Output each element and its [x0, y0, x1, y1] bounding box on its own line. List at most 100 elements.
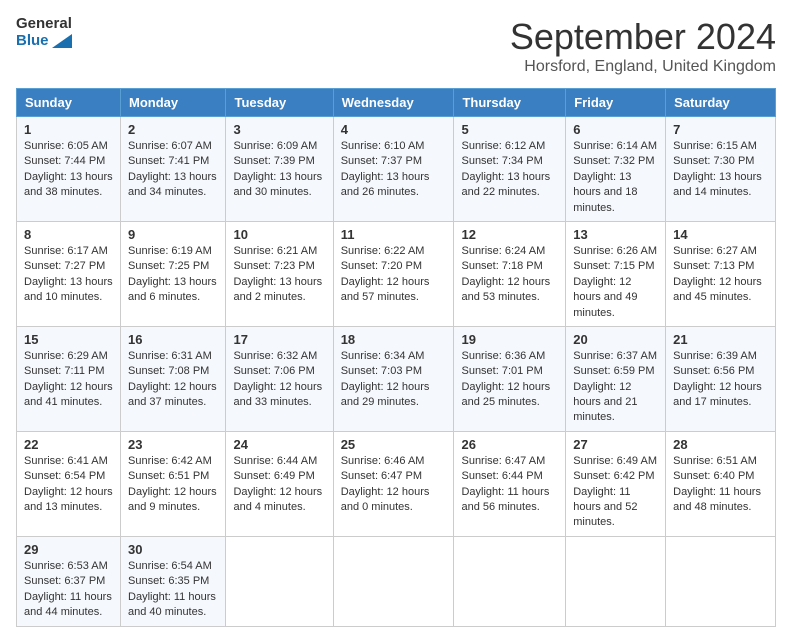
calendar-cell: 7 Sunrise: 6:15 AMSunset: 7:30 PMDayligh…	[666, 117, 776, 222]
day-number: 20	[573, 332, 658, 347]
calendar-cell	[566, 536, 666, 626]
weekday-header: Sunday	[17, 89, 121, 117]
day-number: 5	[461, 122, 558, 137]
day-number: 14	[673, 227, 768, 242]
cell-content: Sunrise: 6:10 AMSunset: 7:37 PMDaylight:…	[341, 140, 430, 198]
cell-content: Sunrise: 6:31 AMSunset: 7:08 PMDaylight:…	[128, 350, 217, 408]
day-number: 18	[341, 332, 447, 347]
calendar-cell: 30 Sunrise: 6:54 AMSunset: 6:35 PMDaylig…	[121, 536, 226, 626]
calendar-cell: 23 Sunrise: 6:42 AMSunset: 6:51 PMDaylig…	[121, 431, 226, 536]
day-number: 21	[673, 332, 768, 347]
calendar-cell	[226, 536, 333, 626]
cell-content: Sunrise: 6:46 AMSunset: 6:47 PMDaylight:…	[341, 455, 430, 513]
calendar-week-row: 1 Sunrise: 6:05 AMSunset: 7:44 PMDayligh…	[17, 117, 776, 222]
title-area: September 2024 Horsford, England, United…	[510, 16, 776, 76]
day-number: 19	[461, 332, 558, 347]
weekday-header: Thursday	[454, 89, 566, 117]
calendar-cell: 4 Sunrise: 6:10 AMSunset: 7:37 PMDayligh…	[333, 117, 454, 222]
calendar-cell: 17 Sunrise: 6:32 AMSunset: 7:06 PMDaylig…	[226, 326, 333, 431]
cell-content: Sunrise: 6:17 AMSunset: 7:27 PMDaylight:…	[24, 245, 113, 303]
weekday-header: Friday	[566, 89, 666, 117]
day-number: 28	[673, 437, 768, 452]
day-number: 26	[461, 437, 558, 452]
day-number: 25	[341, 437, 447, 452]
calendar-cell: 24 Sunrise: 6:44 AMSunset: 6:49 PMDaylig…	[226, 431, 333, 536]
cell-content: Sunrise: 6:47 AMSunset: 6:44 PMDaylight:…	[461, 455, 549, 513]
calendar-cell: 13 Sunrise: 6:26 AMSunset: 7:15 PMDaylig…	[566, 221, 666, 326]
calendar-cell: 27 Sunrise: 6:49 AMSunset: 6:42 PMDaylig…	[566, 431, 666, 536]
cell-content: Sunrise: 6:05 AMSunset: 7:44 PMDaylight:…	[24, 140, 113, 198]
day-number: 22	[24, 437, 113, 452]
calendar-week-row: 8 Sunrise: 6:17 AMSunset: 7:27 PMDayligh…	[17, 221, 776, 326]
calendar-cell: 25 Sunrise: 6:46 AMSunset: 6:47 PMDaylig…	[333, 431, 454, 536]
calendar-cell: 21 Sunrise: 6:39 AMSunset: 6:56 PMDaylig…	[666, 326, 776, 431]
cell-content: Sunrise: 6:19 AMSunset: 7:25 PMDaylight:…	[128, 245, 217, 303]
calendar-cell: 29 Sunrise: 6:53 AMSunset: 6:37 PMDaylig…	[17, 536, 121, 626]
day-number: 23	[128, 437, 218, 452]
calendar-cell: 5 Sunrise: 6:12 AMSunset: 7:34 PMDayligh…	[454, 117, 566, 222]
logo: General Blue	[16, 16, 72, 49]
cell-content: Sunrise: 6:39 AMSunset: 6:56 PMDaylight:…	[673, 350, 762, 408]
day-number: 6	[573, 122, 658, 137]
logo-general: General	[16, 16, 72, 33]
cell-content: Sunrise: 6:27 AMSunset: 7:13 PMDaylight:…	[673, 245, 762, 303]
cell-content: Sunrise: 6:41 AMSunset: 6:54 PMDaylight:…	[24, 455, 113, 513]
calendar-week-row: 22 Sunrise: 6:41 AMSunset: 6:54 PMDaylig…	[17, 431, 776, 536]
calendar-cell: 6 Sunrise: 6:14 AMSunset: 7:32 PMDayligh…	[566, 117, 666, 222]
cell-content: Sunrise: 6:44 AMSunset: 6:49 PMDaylight:…	[233, 455, 322, 513]
cell-content: Sunrise: 6:26 AMSunset: 7:15 PMDaylight:…	[573, 245, 657, 319]
cell-content: Sunrise: 6:14 AMSunset: 7:32 PMDaylight:…	[573, 140, 657, 214]
calendar-cell: 8 Sunrise: 6:17 AMSunset: 7:27 PMDayligh…	[17, 221, 121, 326]
calendar-cell: 1 Sunrise: 6:05 AMSunset: 7:44 PMDayligh…	[17, 117, 121, 222]
calendar-cell: 14 Sunrise: 6:27 AMSunset: 7:13 PMDaylig…	[666, 221, 776, 326]
calendar-cell: 10 Sunrise: 6:21 AMSunset: 7:23 PMDaylig…	[226, 221, 333, 326]
calendar-cell	[666, 536, 776, 626]
day-number: 8	[24, 227, 113, 242]
calendar-cell: 11 Sunrise: 6:22 AMSunset: 7:20 PMDaylig…	[333, 221, 454, 326]
day-number: 3	[233, 122, 325, 137]
cell-content: Sunrise: 6:21 AMSunset: 7:23 PMDaylight:…	[233, 245, 322, 303]
cell-content: Sunrise: 6:49 AMSunset: 6:42 PMDaylight:…	[573, 455, 657, 529]
day-number: 13	[573, 227, 658, 242]
day-number: 15	[24, 332, 113, 347]
day-number: 29	[24, 542, 113, 557]
weekday-header: Saturday	[666, 89, 776, 117]
calendar-cell	[454, 536, 566, 626]
weekday-header-row: SundayMondayTuesdayWednesdayThursdayFrid…	[17, 89, 776, 117]
calendar-cell: 15 Sunrise: 6:29 AMSunset: 7:11 PMDaylig…	[17, 326, 121, 431]
calendar-cell: 20 Sunrise: 6:37 AMSunset: 6:59 PMDaylig…	[566, 326, 666, 431]
calendar-cell: 3 Sunrise: 6:09 AMSunset: 7:39 PMDayligh…	[226, 117, 333, 222]
day-number: 7	[673, 122, 768, 137]
day-number: 1	[24, 122, 113, 137]
cell-content: Sunrise: 6:37 AMSunset: 6:59 PMDaylight:…	[573, 350, 657, 424]
logo-arrow-icon	[52, 34, 72, 48]
calendar-cell: 16 Sunrise: 6:31 AMSunset: 7:08 PMDaylig…	[121, 326, 226, 431]
cell-content: Sunrise: 6:29 AMSunset: 7:11 PMDaylight:…	[24, 350, 113, 408]
cell-content: Sunrise: 6:54 AMSunset: 6:35 PMDaylight:…	[128, 560, 216, 618]
cell-content: Sunrise: 6:34 AMSunset: 7:03 PMDaylight:…	[341, 350, 430, 408]
weekday-header: Tuesday	[226, 89, 333, 117]
logo-blue: Blue	[16, 33, 72, 50]
calendar-cell: 26 Sunrise: 6:47 AMSunset: 6:44 PMDaylig…	[454, 431, 566, 536]
cell-content: Sunrise: 6:22 AMSunset: 7:20 PMDaylight:…	[341, 245, 430, 303]
calendar-week-row: 29 Sunrise: 6:53 AMSunset: 6:37 PMDaylig…	[17, 536, 776, 626]
cell-content: Sunrise: 6:53 AMSunset: 6:37 PMDaylight:…	[24, 560, 112, 618]
calendar-cell: 28 Sunrise: 6:51 AMSunset: 6:40 PMDaylig…	[666, 431, 776, 536]
calendar-cell: 12 Sunrise: 6:24 AMSunset: 7:18 PMDaylig…	[454, 221, 566, 326]
cell-content: Sunrise: 6:42 AMSunset: 6:51 PMDaylight:…	[128, 455, 217, 513]
calendar-cell: 9 Sunrise: 6:19 AMSunset: 7:25 PMDayligh…	[121, 221, 226, 326]
day-number: 4	[341, 122, 447, 137]
cell-content: Sunrise: 6:07 AMSunset: 7:41 PMDaylight:…	[128, 140, 217, 198]
cell-content: Sunrise: 6:36 AMSunset: 7:01 PMDaylight:…	[461, 350, 550, 408]
header: General Blue September 2024 Horsford, En…	[16, 16, 776, 76]
calendar-cell: 19 Sunrise: 6:36 AMSunset: 7:01 PMDaylig…	[454, 326, 566, 431]
calendar-table: SundayMondayTuesdayWednesdayThursdayFrid…	[16, 88, 776, 627]
calendar-cell: 22 Sunrise: 6:41 AMSunset: 6:54 PMDaylig…	[17, 431, 121, 536]
weekday-header: Wednesday	[333, 89, 454, 117]
day-number: 24	[233, 437, 325, 452]
day-number: 2	[128, 122, 218, 137]
month-title: September 2024	[510, 16, 776, 58]
cell-content: Sunrise: 6:32 AMSunset: 7:06 PMDaylight:…	[233, 350, 322, 408]
cell-content: Sunrise: 6:24 AMSunset: 7:18 PMDaylight:…	[461, 245, 550, 303]
day-number: 10	[233, 227, 325, 242]
